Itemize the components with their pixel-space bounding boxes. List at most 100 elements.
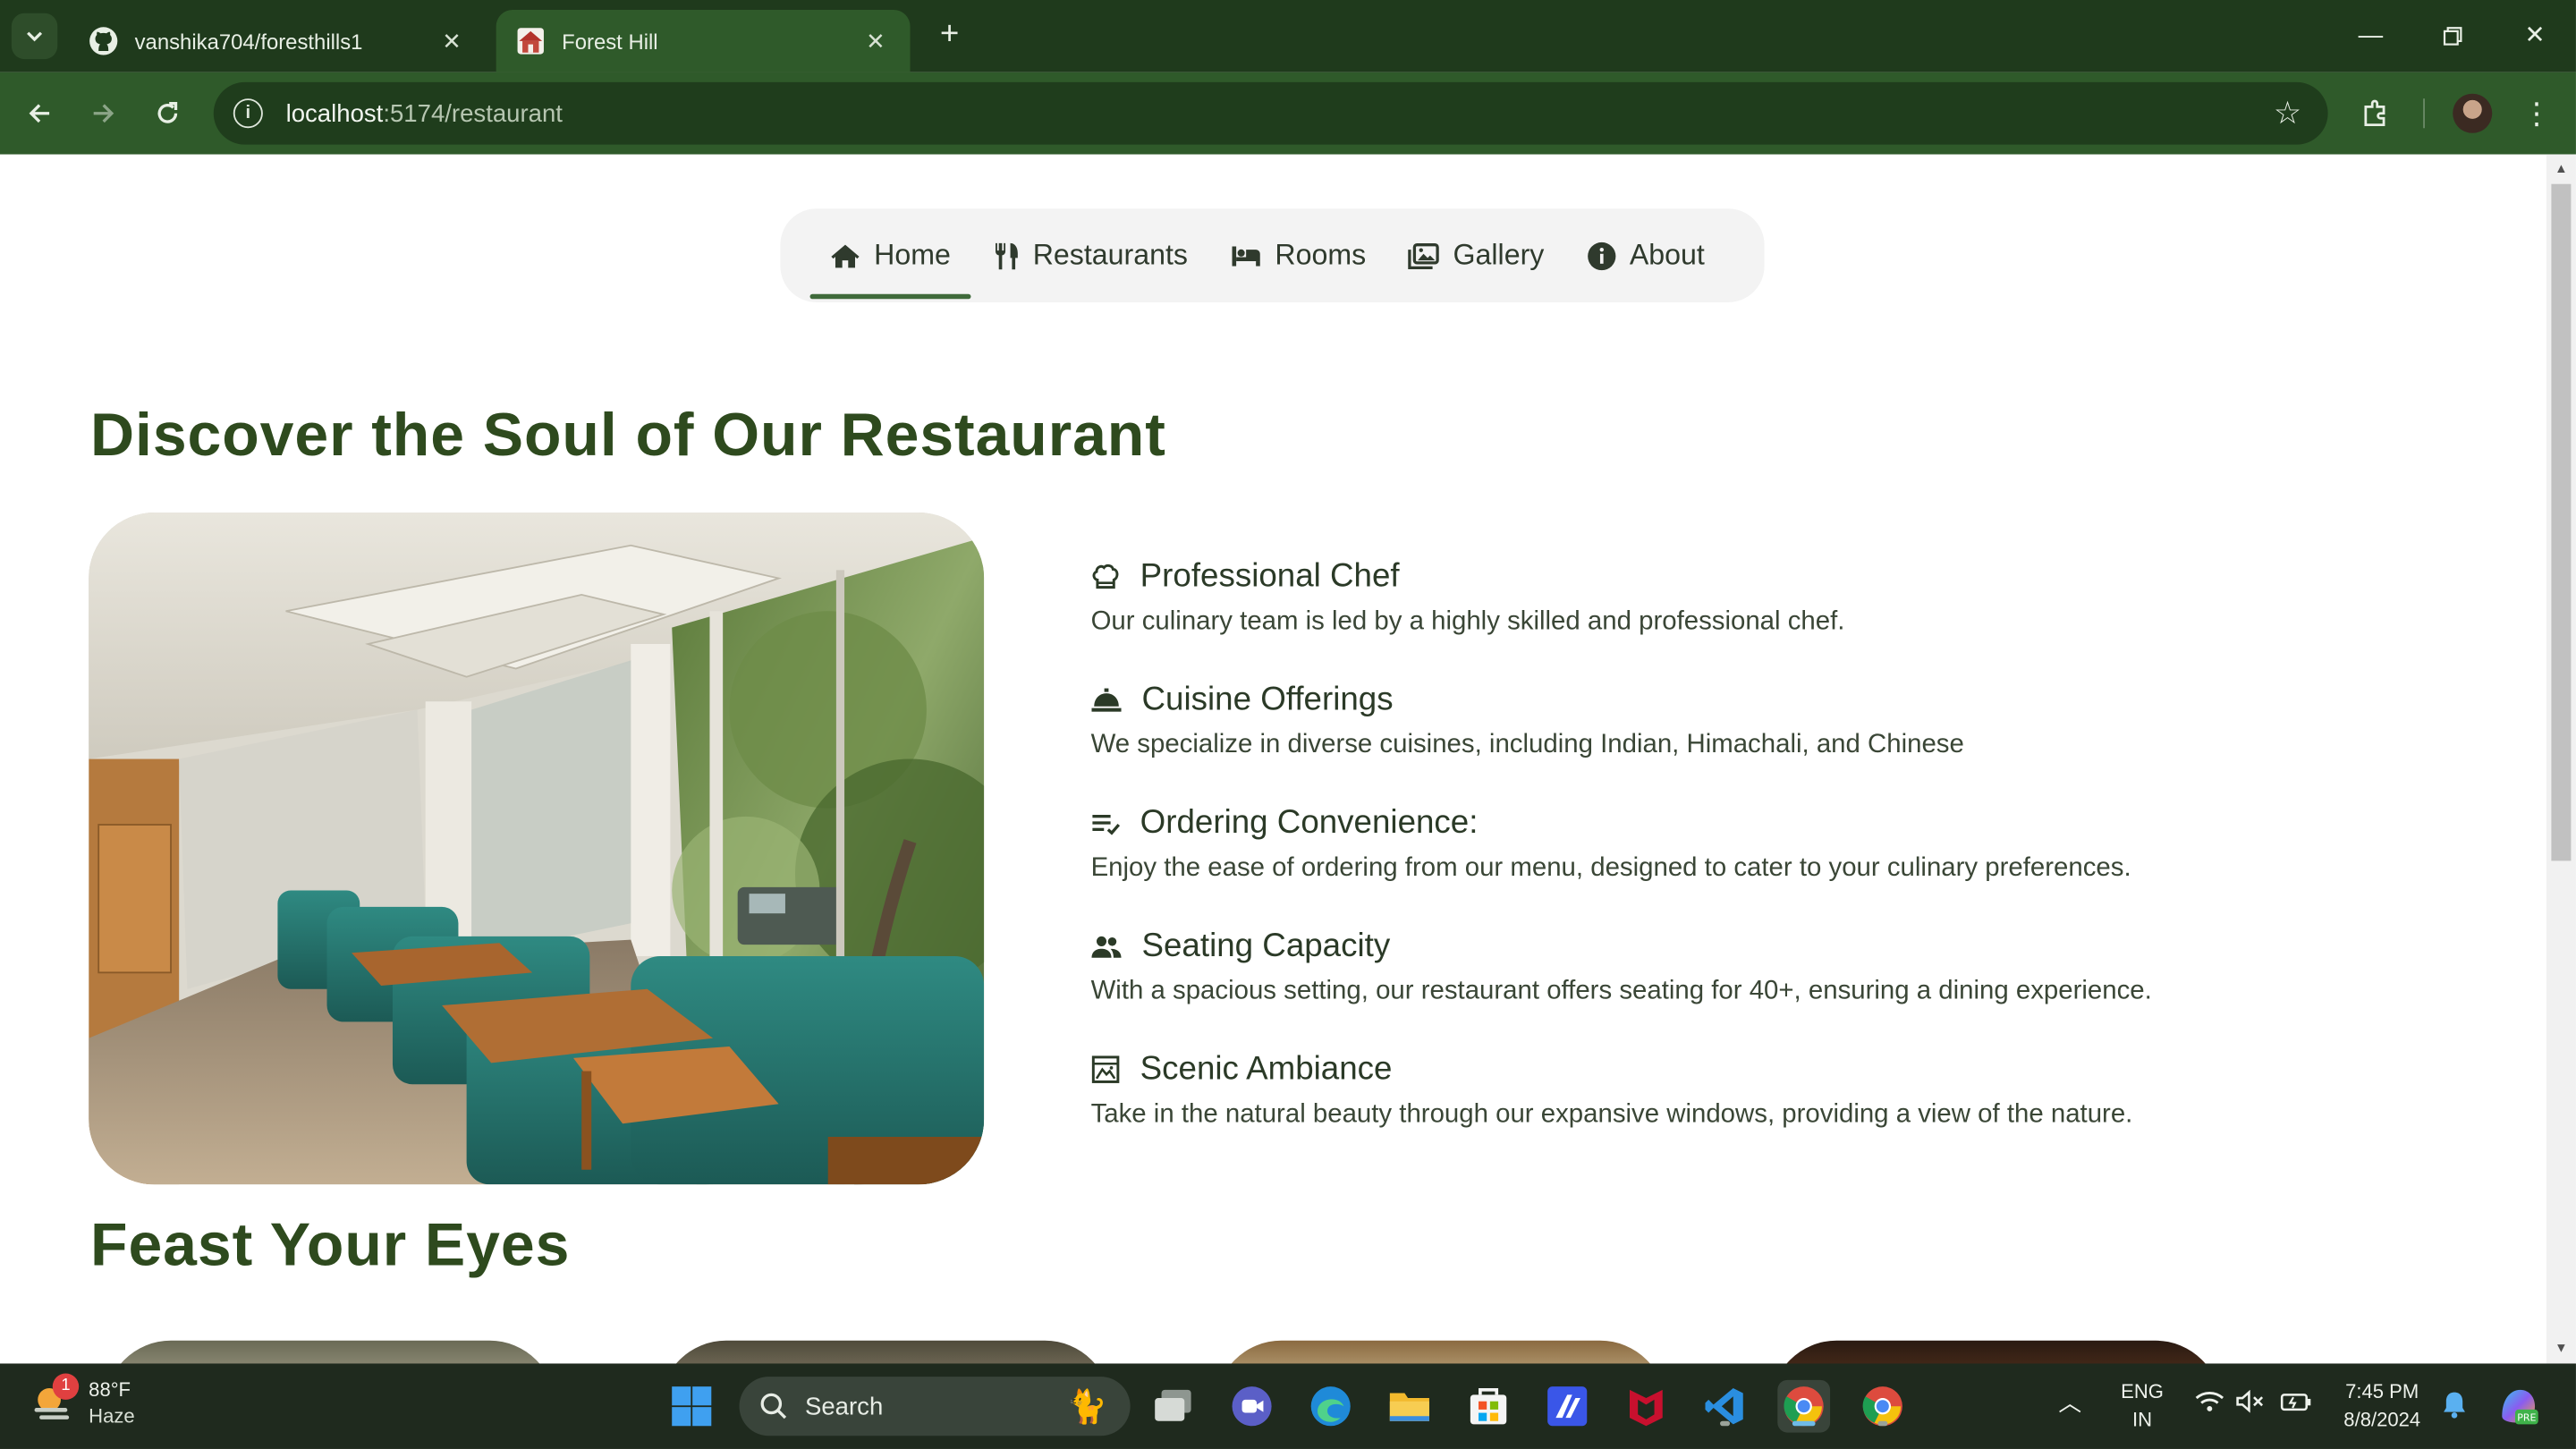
feature-item: Seating Capacity With a spacious setting… xyxy=(1091,925,2405,1015)
house-favicon-icon xyxy=(516,26,546,55)
vscode-icon[interactable] xyxy=(1699,1380,1751,1433)
gallery-image[interactable] xyxy=(105,1340,555,1364)
gallery-image[interactable] xyxy=(1770,1340,2222,1364)
tab-search-button[interactable] xyxy=(11,13,58,60)
extensions-icon[interactable] xyxy=(2354,92,2397,135)
nav-label: About xyxy=(1629,238,1705,272)
reload-icon[interactable] xyxy=(146,92,189,135)
chevron-down-icon xyxy=(27,31,43,42)
chrome-icon[interactable] xyxy=(1856,1380,1909,1433)
battery-icon[interactable] xyxy=(2280,1390,2313,1421)
scroll-down-icon[interactable]: ▼ xyxy=(2553,1341,2569,1357)
nav-about[interactable]: About xyxy=(1567,223,1724,288)
restore-icon[interactable] xyxy=(2433,16,2472,55)
url-path: :5174/restaurant xyxy=(383,99,563,128)
chrome-active-icon[interactable] xyxy=(1777,1379,1831,1433)
weather-temp: 88°F xyxy=(89,1377,131,1402)
feature-title: Ordering Convenience: xyxy=(1140,804,1479,841)
feature-desc: Enjoy the ease of ordering from our menu… xyxy=(1090,854,2131,883)
forward-arrow-icon[interactable] xyxy=(82,92,125,135)
weather-condition: Haze xyxy=(89,1404,135,1428)
github-icon xyxy=(89,26,118,55)
notification-badge: 1 xyxy=(52,1373,80,1400)
scroll-thumb[interactable] xyxy=(2551,183,2572,861)
menu-list-icon xyxy=(1092,815,1121,835)
page-title: Discover the Soul of Our Restaurant xyxy=(90,401,1166,469)
feature-item: Cuisine Offerings We specialize in diver… xyxy=(1091,679,2405,769)
people-icon xyxy=(1091,936,1122,957)
browser-toolbar: i localhost:5174/restaurant ☆ ⋮ xyxy=(0,72,2576,155)
minimize-icon[interactable]: — xyxy=(2351,16,2390,55)
chef-hat-icon xyxy=(1092,564,1119,589)
teams-meet-icon[interactable] xyxy=(1225,1380,1278,1433)
clock[interactable]: 7:45 PM 8/8/2024 xyxy=(2329,1378,2435,1434)
lang-top: ENG xyxy=(2121,1379,2164,1403)
taskbar-search[interactable]: Search 🐈 xyxy=(739,1377,1131,1436)
tab-title: vanshika704/foresthills1 xyxy=(134,29,363,54)
home-icon xyxy=(831,243,860,267)
nav-gallery[interactable]: Gallery xyxy=(1389,223,1563,288)
nav-label: Gallery xyxy=(1453,238,1545,272)
nav-label: Home xyxy=(874,238,951,272)
windows-start-icon[interactable] xyxy=(665,1380,718,1433)
feature-item: Ordering Convenience: Enjoy the ease of … xyxy=(1091,801,2405,892)
notification-bell-icon[interactable] xyxy=(2441,1390,2467,1428)
nav-restaurants[interactable]: Restaurants xyxy=(974,223,1208,288)
ms-store-icon[interactable] xyxy=(1462,1380,1515,1433)
running-indicator xyxy=(1720,1420,1731,1427)
cloche-icon xyxy=(1091,688,1122,712)
gallery-heading: Feast Your Eyes xyxy=(90,1210,571,1278)
tab-github[interactable]: vanshika704/foresthills1 ✕ xyxy=(69,10,487,72)
nav-label: Rooms xyxy=(1275,238,1367,272)
edge-browser-icon[interactable] xyxy=(1304,1380,1357,1433)
images-icon xyxy=(1409,242,1440,269)
more-menu-icon[interactable]: ⋮ xyxy=(2515,92,2558,135)
address-bar[interactable]: i localhost:5174/restaurant ☆ xyxy=(213,81,2328,145)
url-host: localhost xyxy=(285,99,384,128)
feature-title: Professional Chef xyxy=(1140,557,1400,594)
file-explorer-icon[interactable] xyxy=(1384,1380,1436,1433)
wifi-icon[interactable] xyxy=(2195,1390,2224,1419)
back-arrow-icon[interactable] xyxy=(18,92,61,135)
tab-close-icon[interactable]: ✕ xyxy=(860,27,890,55)
utensils-icon xyxy=(995,242,1018,269)
feature-desc: With a spacious setting, our restaurant … xyxy=(1090,977,2152,1006)
new-tab-button[interactable]: + xyxy=(930,16,970,55)
page-scrollbar[interactable]: ▲ ▼ xyxy=(2546,154,2576,1364)
feature-title: Cuisine Offerings xyxy=(1141,681,1394,717)
feature-desc: Take in the natural beauty through our e… xyxy=(1090,1100,2133,1129)
language-indicator[interactable]: ENG IN xyxy=(2113,1378,2172,1434)
gallery-image[interactable] xyxy=(660,1340,1111,1364)
nav-home[interactable]: Home xyxy=(809,223,970,299)
feature-title: Seating Capacity xyxy=(1141,927,1391,964)
task-view-icon[interactable] xyxy=(1147,1380,1199,1433)
mcafee-icon[interactable] xyxy=(1620,1380,1673,1433)
gallery-image[interactable] xyxy=(1216,1340,1666,1364)
volume-muted-icon[interactable] xyxy=(2236,1389,2266,1421)
close-window-icon[interactable]: ✕ xyxy=(2515,16,2555,55)
nav-label: Restaurants xyxy=(1032,238,1189,272)
profile-avatar[interactable] xyxy=(2453,93,2493,133)
tab-close-icon[interactable]: ✕ xyxy=(437,27,467,55)
restaurant-interior-photo xyxy=(89,513,985,1185)
info-circle-icon xyxy=(1588,241,1616,270)
feature-desc: Our culinary team is led by a highly ski… xyxy=(1090,607,1845,636)
lang-bottom: IN xyxy=(2132,1408,2153,1431)
tab-forest-hill[interactable]: Forest Hill ✕ xyxy=(496,10,911,72)
copilot-icon[interactable]: PRE xyxy=(2496,1384,2541,1438)
site-info-icon[interactable]: i xyxy=(233,98,263,129)
bookmark-star-icon[interactable]: ☆ xyxy=(2274,96,2301,133)
svg-text:PRE: PRE xyxy=(2517,1412,2536,1424)
search-label: Search xyxy=(804,1392,884,1420)
tray-overflow-icon[interactable]: ︿ xyxy=(2058,1390,2081,1418)
clock-time: 7:45 PM xyxy=(2345,1379,2419,1403)
feature-title: Scenic Ambiance xyxy=(1140,1050,1393,1087)
browser-tabstrip: vanshika704/foresthills1 ✕ Forest Hill ✕… xyxy=(0,0,2576,72)
scroll-up-icon[interactable]: ▲ xyxy=(2553,161,2569,177)
powerautomate-icon[interactable] xyxy=(1541,1380,1594,1433)
site-navbar: Home Restaurants Rooms Gallery About xyxy=(780,208,1765,302)
os-taskbar: 88°F Haze 1 Search 🐈 ︿ ENG IN 7:45 PM 8/… xyxy=(0,1363,2576,1449)
bed-icon xyxy=(1232,245,1260,266)
weather-widget[interactable]: 88°F Haze xyxy=(30,1377,135,1429)
nav-rooms[interactable]: Rooms xyxy=(1211,223,1385,288)
